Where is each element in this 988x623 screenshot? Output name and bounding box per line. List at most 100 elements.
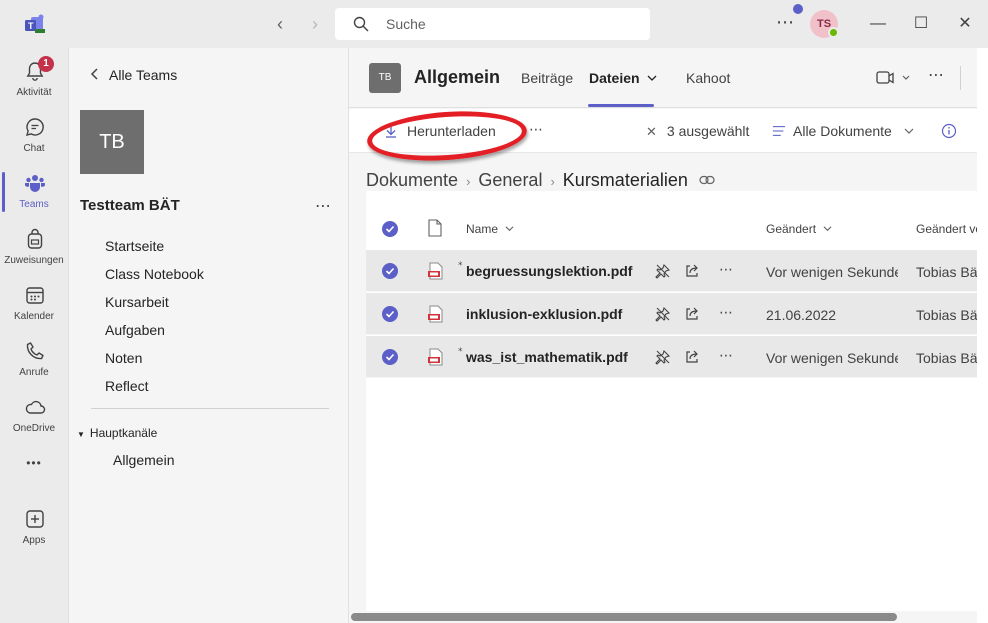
calendar-icon [26,287,44,304]
meet-button[interactable] [876,69,912,87]
backpack-icon [27,228,43,249]
row-checkbox[interactable] [382,349,398,365]
rail-item-apps[interactable]: Apps [0,500,68,556]
share-icon[interactable] [684,349,700,365]
maximize-button[interactable]: ☐ [909,12,933,36]
rail-item-teams[interactable]: Teams [0,164,68,220]
breadcrumb-dokumente[interactable]: Dokumente [366,170,458,190]
breadcrumb-general[interactable]: General [478,170,542,190]
row-more-button[interactable]: ⋯ [719,261,733,278]
close-button[interactable]: ✕ [953,12,977,36]
minimize-button[interactable]: — [866,12,890,36]
select-all-checkbox[interactable] [382,221,398,237]
table-row[interactable]: ⁎ begruessungslektion.pdf ⋯ Vor wenigen … [366,250,988,292]
file-type-icon [428,219,442,237]
modified-date: Vor wenigen Sekunden [766,264,898,280]
file-name[interactable]: was_ist_mathematik.pdf [466,349,628,365]
file-name[interactable]: inklusion-exklusion.pdf [466,306,622,322]
command-more-button[interactable]: ⋯ [529,121,543,138]
info-icon[interactable] [941,123,957,139]
checkmark-icon [385,267,395,275]
back-icon[interactable]: ‹ [270,13,290,35]
team-nav-kursarbeit[interactable]: Kursarbeit [105,292,204,320]
tab-dateien[interactable]: Dateien [589,70,657,86]
team-nav-reflect[interactable]: Reflect [105,376,204,404]
share-icon[interactable] [684,306,700,322]
team-nav-aufgaben[interactable]: Aufgaben [105,320,204,348]
checkmark-icon [385,353,395,361]
tab-dateien-label: Dateien [589,70,640,86]
rail-label: Aktivität [16,87,52,98]
tab-beitraege[interactable]: Beiträge [521,70,573,86]
video-camera-icon [876,71,910,84]
table-row[interactable]: ⁎ was_ist_mathematik.pdf ⋯ Vor wenigen S… [366,336,988,378]
rail-item-onedrive[interactable]: OneDrive [0,388,68,444]
file-list-header: Name Geändert Geändert von [366,207,988,251]
chevron-down-icon [823,226,832,232]
table-row[interactable]: inklusion-exklusion.pdf ⋯ 21.06.2022 Tob… [366,293,988,335]
view-selector[interactable]: Alle Dokumente [771,123,914,139]
row-checkbox[interactable] [382,263,398,279]
breadcrumb-kursmaterialien: Kursmaterialien [562,170,688,190]
column-modified[interactable]: Geändert [766,222,832,236]
team-avatar: TB [80,110,144,174]
channel-more-button[interactable]: ⋯ [928,65,944,85]
channel-team-avatar: TB [369,63,401,93]
chat-icon [26,118,44,136]
svg-text:T: T [28,21,34,31]
chevron-left-icon [90,68,98,80]
tab-kahoot[interactable]: Kahoot [686,70,730,86]
rail-more-button[interactable]: ••• [0,456,68,470]
row-more-button[interactable]: ⋯ [719,304,733,321]
new-file-sparkle-icon: ⁎ [458,343,463,353]
rail-item-calls[interactable]: Anrufe [0,332,68,388]
rail-item-chat[interactable]: Chat [0,108,68,164]
rail-item-assignments[interactable]: Zuweisungen [0,220,68,276]
link-icon[interactable] [699,175,715,185]
channel-item-allgemein[interactable]: Allgemein [113,452,174,468]
channel-header: TB Allgemein Beiträge Dateien Kahoot ⋯ [349,48,988,108]
phone-icon [26,342,44,360]
pin-off-icon[interactable] [655,349,671,365]
search-placeholder: Suche [386,16,426,32]
checkmark-icon [385,225,395,233]
search-input[interactable]: Suche [335,8,650,40]
clear-selection-button[interactable]: ✕ 3 ausgewählt [646,123,749,140]
rail-item-activity[interactable]: 1 Aktivität [0,52,68,108]
settings-more-button[interactable]: ⋯ [776,12,795,33]
pdf-file-icon [428,305,443,323]
rail-label: Kalender [13,311,55,322]
rail-label: Apps [22,535,46,546]
team-nav-class-notebook[interactable]: Class Notebook [105,264,204,292]
title-bar: T ‹ › Suche ⋯ TS — ☐ ✕ [0,0,988,48]
chevron-down-icon [648,75,657,81]
forward-icon[interactable]: › [305,13,325,35]
pin-off-icon[interactable] [655,263,671,279]
vertical-scrollbar[interactable] [977,48,988,623]
chevron-down-icon [904,128,914,134]
activity-badge: 1 [38,56,54,72]
search-icon [353,16,369,32]
pdf-file-icon [428,348,443,366]
row-checkbox[interactable] [382,306,398,322]
breadcrumb-separator: › [466,174,471,189]
file-name[interactable]: begruessungslektion.pdf [466,263,632,279]
rail-item-calendar[interactable]: Kalender [0,276,68,332]
column-name[interactable]: Name [466,222,514,236]
channels-heading[interactable]: ▼ Hauptkanäle [77,426,157,440]
horizontal-scrollbar[interactable] [349,612,977,622]
share-icon[interactable] [684,263,700,279]
rail-label: Anrufe [19,367,49,378]
breadcrumb: Dokumente › General › Kursmaterialien [366,170,715,191]
breadcrumb-separator: › [550,174,555,189]
teams-logo-icon: T [25,14,45,33]
team-nav-startseite[interactable]: Startseite [105,236,204,264]
team-more-button[interactable]: ⋯ [315,196,331,216]
team-nav-noten[interactable]: Noten [105,348,204,376]
modified-date: Vor wenigen Sekunden [766,350,898,366]
pin-off-icon[interactable] [655,306,671,322]
row-more-button[interactable]: ⋯ [719,347,733,364]
app-rail: 1 Aktivität Chat Teams Zuweisungen Kalen… [0,48,68,623]
all-teams-label: Alle Teams [109,67,178,83]
horizontal-scrollbar-thumb[interactable] [351,613,897,621]
